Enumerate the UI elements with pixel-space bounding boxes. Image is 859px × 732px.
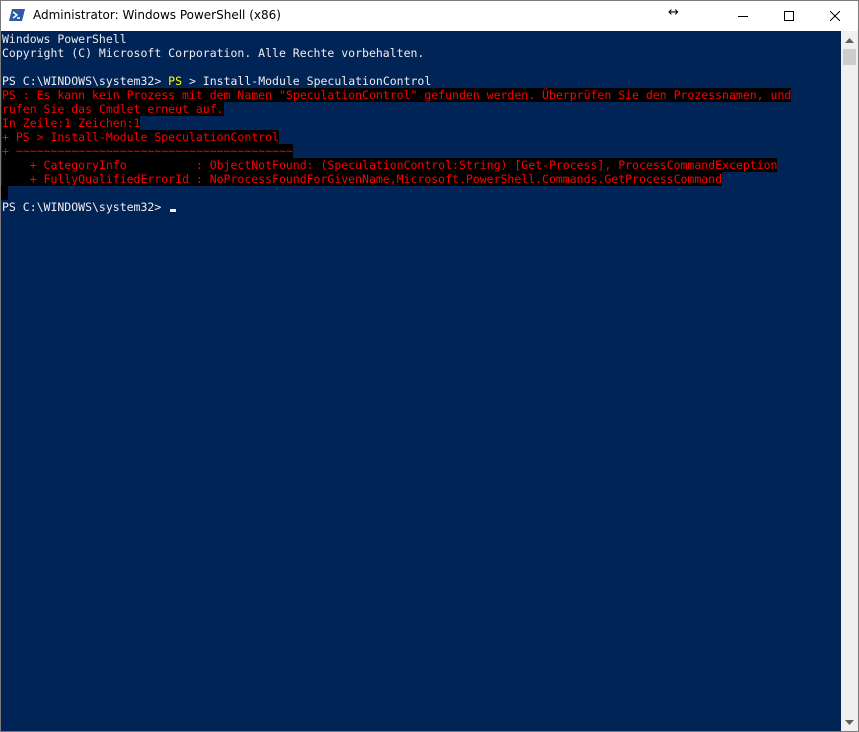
error-line: + ~~~~~~~~~~~~~~~~~~~~~~~~~~~~~~~~~~~~~~…	[2, 144, 293, 158]
maximize-button[interactable]	[766, 1, 812, 31]
minimize-button[interactable]	[720, 1, 766, 31]
chevron-up-icon	[845, 37, 854, 43]
title-bar[interactable]: Administrator: Windows PowerShell (x86) …	[1, 1, 858, 31]
scroll-up-button[interactable]	[841, 31, 858, 48]
command-keyword: PS	[168, 74, 183, 88]
prompt-text: PS C:\WINDOWS\system32>	[2, 74, 169, 88]
scroll-down-button[interactable]	[841, 714, 858, 731]
error-line: rufen Sie das Cmdlet erneut auf.	[2, 102, 224, 116]
minimize-icon	[738, 16, 748, 17]
text-cursor	[170, 209, 177, 212]
error-line: + FullyQualifiedErrorId : NoProcessFound…	[2, 172, 723, 186]
error-line: + PS > Install-Module SpeculationControl	[2, 130, 279, 144]
console-line-prompt[interactable]: PS C:\WINDOWS\system32>	[2, 200, 177, 214]
command-text: > Install-Module SpeculationControl	[182, 74, 432, 88]
error-line: PS : Es kann kein Prozess mit dem Namen …	[2, 88, 792, 102]
error-block-tail	[1, 186, 8, 200]
maximize-icon	[784, 11, 794, 21]
error-line: + CategoryInfo : ObjectNotFound: (Specul…	[2, 158, 778, 172]
chevron-down-icon	[845, 719, 854, 725]
error-line: In Zeile:1 Zeichen:1	[2, 116, 141, 130]
console-line-copyright: Copyright (C) Microsoft Corporation. All…	[2, 46, 425, 60]
close-icon	[830, 11, 840, 21]
resize-icon: ↔	[668, 5, 679, 20]
prompt-text: PS C:\WINDOWS\system32>	[2, 200, 169, 214]
close-button[interactable]	[812, 1, 858, 31]
window-title: Administrator: Windows PowerShell (x86)	[33, 8, 281, 22]
powershell-window: Administrator: Windows PowerShell (x86) …	[0, 0, 859, 732]
console-line-header: Windows PowerShell	[2, 32, 127, 46]
powershell-icon	[9, 9, 25, 21]
scrollbar-thumb[interactable]	[843, 49, 856, 65]
vertical-scrollbar[interactable]	[841, 31, 858, 731]
console-line-command: PS C:\WINDOWS\system32> PS > Install-Mod…	[2, 74, 431, 88]
console-output[interactable]: Windows PowerShell Copyright (C) Microso…	[1, 31, 841, 731]
